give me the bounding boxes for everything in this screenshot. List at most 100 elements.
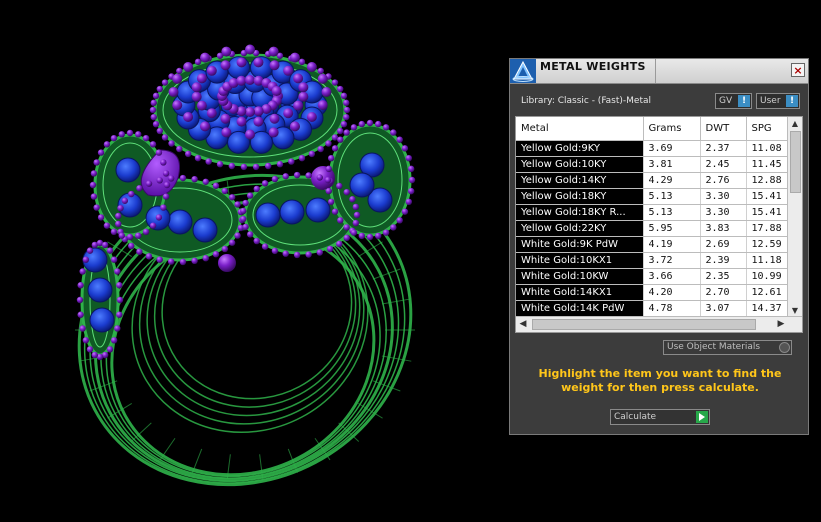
purple-bead <box>261 243 269 250</box>
purple-bead <box>331 145 339 152</box>
purple-bead <box>97 214 105 221</box>
large-bead <box>218 254 236 272</box>
purple-bead <box>234 201 241 208</box>
play-icon <box>696 411 708 423</box>
purple-bead <box>228 162 236 170</box>
purple-bead <box>90 170 98 177</box>
prong-bead <box>168 87 179 97</box>
table-row[interactable]: Yellow Gold:14KY 4.29 2.76 12.88 <box>516 172 789 189</box>
purple-bead <box>240 215 247 223</box>
grams-cell: 4.78 <box>643 300 701 317</box>
purple-bead <box>156 127 164 135</box>
purple-bead <box>156 85 164 93</box>
purple-bead <box>408 176 416 184</box>
purple-bead <box>115 212 122 220</box>
table-row[interactable]: Yellow Gold:10KY 3.81 2.45 11.45 <box>516 156 789 173</box>
purple-bead <box>325 187 333 195</box>
col-header-metal[interactable]: Metal <box>516 117 644 141</box>
table-row[interactable]: White Gold:10KX1 3.72 2.39 11.18 <box>516 252 789 269</box>
horizontal-scroll-thumb[interactable] <box>532 319 756 330</box>
dwt-cell: 2.70 <box>700 284 747 301</box>
calculate-button[interactable]: Calculate <box>610 409 710 425</box>
table-row[interactable]: Yellow Gold:22KY 5.95 3.83 17.88 <box>516 220 789 237</box>
dwt-cell: 2.69 <box>700 236 747 253</box>
library-label: Library: Classic - (Fast)-Metal <box>521 96 652 106</box>
purple-bead <box>93 159 100 166</box>
purple-bead <box>382 124 390 131</box>
table-row[interactable]: White Gold:10KW 3.66 2.35 10.99 <box>516 268 789 285</box>
gv-info-icon: ! <box>738 95 750 107</box>
purple-bead <box>293 251 301 259</box>
purple-bead <box>212 182 220 189</box>
scroll-down-icon[interactable]: ▼ <box>790 306 800 316</box>
table-row[interactable]: Yellow Gold:18KY R... 5.13 3.30 15.41 <box>516 204 789 221</box>
col-header-grams[interactable]: Grams <box>643 117 701 141</box>
spg-cell: 12.61 <box>746 284 789 301</box>
purple-bead <box>114 268 121 275</box>
purple-bead <box>308 150 316 158</box>
purple-bead <box>337 217 344 224</box>
grams-cell: 5.95 <box>643 220 701 237</box>
grams-cell: 3.69 <box>643 140 701 157</box>
use-object-materials-label: Use Object Materials <box>667 342 761 352</box>
purple-bead <box>271 247 279 255</box>
table-row[interactable]: Yellow Gold:9KY 3.69 2.37 11.08 <box>516 140 789 157</box>
metal-cell: Yellow Gold:14KY <box>516 172 644 189</box>
purple-bead <box>202 255 209 262</box>
calculate-label: Calculate <box>614 412 657 422</box>
purple-bead <box>336 182 343 190</box>
scroll-right-icon[interactable]: ▶ <box>776 319 786 329</box>
col-header-dwt[interactable]: DWT <box>700 117 747 141</box>
purple-bead <box>240 207 247 215</box>
shank-wire <box>372 268 401 280</box>
vertical-scrollbar[interactable]: ▲ ▼ <box>787 117 802 318</box>
purple-bead <box>191 257 198 265</box>
purple-bead <box>253 185 260 193</box>
vertical-scroll-thumb[interactable] <box>790 131 801 193</box>
table-row[interactable]: Yellow Gold:18KY 5.13 3.30 15.41 <box>516 188 789 205</box>
prong-bead <box>269 113 280 124</box>
gv-toggle[interactable]: GV ! <box>715 93 752 109</box>
purple-bead <box>118 131 125 138</box>
purple-bead <box>343 188 350 196</box>
purple-bead <box>358 120 366 128</box>
table-row[interactable]: White Gold:14KX1 4.20 2.70 12.61 <box>516 284 789 301</box>
purple-bead <box>149 141 157 148</box>
purple-bead <box>116 282 123 289</box>
dwt-cell: 3.83 <box>700 220 747 237</box>
purple-bead <box>91 351 99 359</box>
purple-bead <box>405 198 413 206</box>
purple-bead <box>336 127 344 135</box>
metal-weights-panel: METAL WEIGHTS × Library: Classic - (Fast… <box>509 58 809 435</box>
purple-bead <box>305 251 312 258</box>
dwt-cell: 2.37 <box>700 140 747 157</box>
table-row[interactable]: White Gold:14K PdW 4.78 3.07 14.37 <box>516 300 789 317</box>
panel-titlebar[interactable]: METAL WEIGHTS × <box>510 59 808 84</box>
user-toggle[interactable]: User ! <box>756 93 800 109</box>
grams-cell: 3.72 <box>643 252 701 269</box>
purple-bead <box>343 113 350 121</box>
purple-bead <box>76 296 84 304</box>
prong-bead <box>221 127 232 138</box>
horizontal-scrollbar[interactable]: ◀ ▶ <box>516 316 802 332</box>
prong-bead <box>183 111 194 122</box>
metal-cell: Yellow Gold:9KY <box>516 140 644 157</box>
scroll-left-icon[interactable]: ◀ <box>518 319 528 329</box>
scroll-up-icon[interactable]: ▲ <box>790 119 800 129</box>
purple-bead <box>86 247 94 254</box>
prong-bead <box>269 60 280 71</box>
3d-viewport[interactable] <box>0 0 505 518</box>
purple-bead <box>390 129 397 136</box>
close-button[interactable]: × <box>791 63 805 77</box>
col-header-spg[interactable]: SPG <box>746 117 789 141</box>
purple-bead <box>325 165 333 173</box>
blue-gem <box>279 199 305 225</box>
prong-bead <box>200 52 211 63</box>
purple-bead <box>205 158 212 165</box>
use-object-materials-checkbox[interactable]: Use Object Materials <box>663 340 792 355</box>
purple-bead <box>167 175 175 182</box>
table-row[interactable]: White Gold:9K PdW 4.19 2.69 12.59 <box>516 236 789 253</box>
spg-cell: 11.18 <box>746 252 789 269</box>
metal-table[interactable]: Metal Grams DWT SPG Yellow Gold:9KY 3.69 2… <box>515 116 803 333</box>
purple-bead <box>161 134 169 141</box>
